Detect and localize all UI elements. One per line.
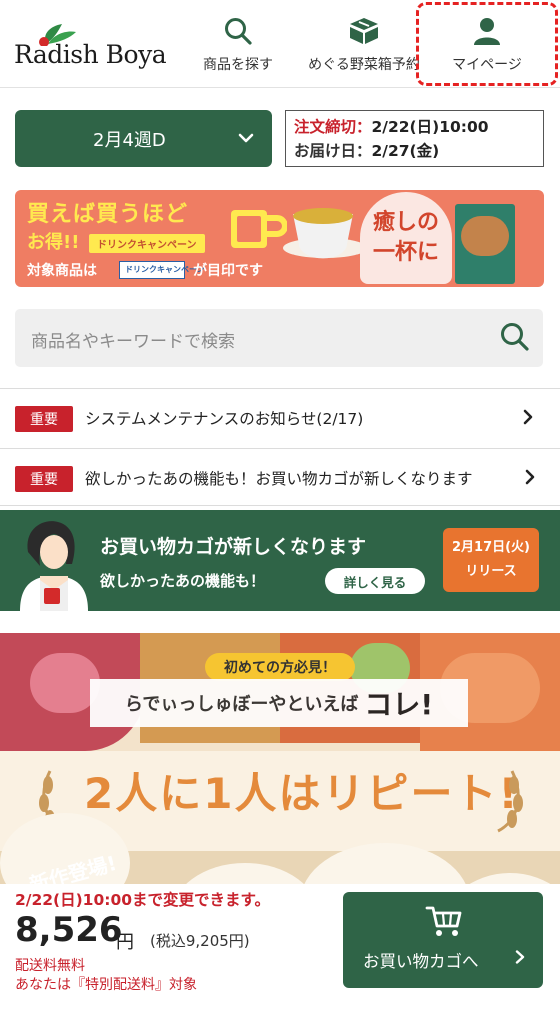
box-icon — [347, 14, 381, 48]
app-header: Radish Boya 商品を探す めぐる野菜箱予約 マイページ — [0, 0, 560, 88]
drink-campaign-mini-badge: ドリンクキャンペーン — [119, 261, 205, 279]
nav-vegetable-box[interactable]: めぐる野菜箱予約 — [300, 0, 428, 88]
laurel-right-icon — [497, 770, 523, 833]
arrival-label: お届け日： — [294, 142, 372, 160]
arrival-value: 2/27(金) — [371, 142, 440, 160]
drink-line3: 対象商品は — [27, 263, 97, 279]
delivery-week-select[interactable]: 2月4週D — [15, 110, 272, 167]
notice-text: システムメンテナンスのお知らせ(2/17) — [85, 410, 364, 428]
chevron-right-icon — [515, 950, 525, 964]
woman-illustration — [20, 521, 88, 611]
cart-button-label: お買い物カゴへ — [363, 952, 479, 971]
shopping-cart-icon — [425, 906, 462, 936]
notice-item[interactable]: 重要 システムメンテナンスのお知らせ(2/17) — [0, 388, 560, 446]
cart-banner-subtitle: 欲しかったあの機能も！ — [100, 572, 266, 590]
special-shipping-text: あなたは『特別配送料』対象 — [15, 977, 197, 993]
tea-cup-image — [283, 208, 367, 259]
order-total-price: 8,526 — [15, 910, 123, 950]
repeat-headline: 2人に1人はリピート! — [84, 769, 520, 818]
chevron-right-icon — [523, 409, 533, 425]
nav-search-label: 商品を探す — [203, 57, 273, 73]
notice-item[interactable]: 重要 欲しかったあの機能も！お買い物カゴが新しくなります — [0, 448, 560, 506]
notice-text: 欲しかったあの機能も！お買い物カゴが新しくなります — [85, 470, 473, 488]
user-icon — [470, 14, 504, 48]
radish-headline-big: コレ! — [364, 688, 434, 721]
important-badge: 重要 — [15, 406, 73, 432]
product-search-bar[interactable]: 商品名やキーワードで検索 — [15, 309, 543, 367]
relax-headline: 癒しの 一杯に — [360, 192, 452, 284]
cart-banner-title: お買い物カゴが新しくなります — [100, 536, 367, 558]
deadline-value: 2/22(日)10:00 — [371, 118, 489, 136]
drink-line1: 買えば買うほど — [27, 202, 189, 227]
cup-icon — [231, 210, 287, 248]
shipping-free-text: 配送料無料 — [15, 958, 85, 974]
chevron-right-icon — [525, 469, 535, 485]
radish-boya-logo[interactable]: Radish Boya — [14, 20, 167, 74]
nav-mypage[interactable]: マイページ — [416, 2, 558, 86]
order-deadline-box: 注文締切：2/22(日)10:00 お届け日：2/27(金) — [285, 110, 544, 167]
nav-box-label: めぐる野菜箱予約 — [308, 57, 420, 73]
delivery-week-label: 2月4週D — [93, 129, 166, 151]
currency-unit: 円 — [116, 932, 134, 953]
change-deadline-notice: 2/22(日)10:00まで変更できます。 — [15, 891, 270, 909]
important-badge: 重要 — [15, 466, 73, 492]
release-date-badge: 2月17日(火) リリース — [443, 528, 539, 592]
search-placeholder: 商品名やキーワードで検索 — [31, 332, 235, 352]
radish-headline-strip: らでぃっしゅぼーやといえば コレ! — [90, 679, 468, 727]
go-to-cart-button[interactable]: お買い物カゴへ — [343, 892, 543, 988]
drink-line4: が目印です — [193, 263, 263, 279]
logo-wordmark: Radish Boya — [14, 40, 167, 69]
first-timers-tag: 初めての方必見！ — [205, 653, 355, 681]
relax-headline-1: 癒しの — [372, 210, 439, 235]
chevron-down-icon — [238, 133, 254, 143]
drink-campaign-banner[interactable]: 買えば買うほど お得!! ドリンクキャンペーン 対象商品は ドリンクキャンペーン… — [15, 190, 544, 287]
tax-included-price: (税込9,205円) — [150, 932, 250, 950]
relax-headline-2: 一杯に — [372, 240, 439, 265]
radish-headline-small: らでぃっしゅぼーやといえば — [124, 694, 359, 715]
deadline-label: 注文締切： — [294, 118, 372, 136]
release-label: リリース — [465, 564, 517, 579]
drink-campaign-tag: ドリンクキャンペーン — [89, 234, 205, 253]
search-icon[interactable] — [499, 321, 531, 353]
drink-line2: お得!! — [27, 232, 80, 253]
details-button[interactable]: 詳しく見る — [325, 568, 425, 594]
tea-package-image — [455, 204, 515, 284]
search-icon — [221, 14, 255, 48]
nav-search-products[interactable]: 商品を探す — [196, 0, 280, 88]
release-date: 2月17日(火) — [451, 540, 531, 555]
nav-mypage-label: マイページ — [452, 57, 522, 73]
